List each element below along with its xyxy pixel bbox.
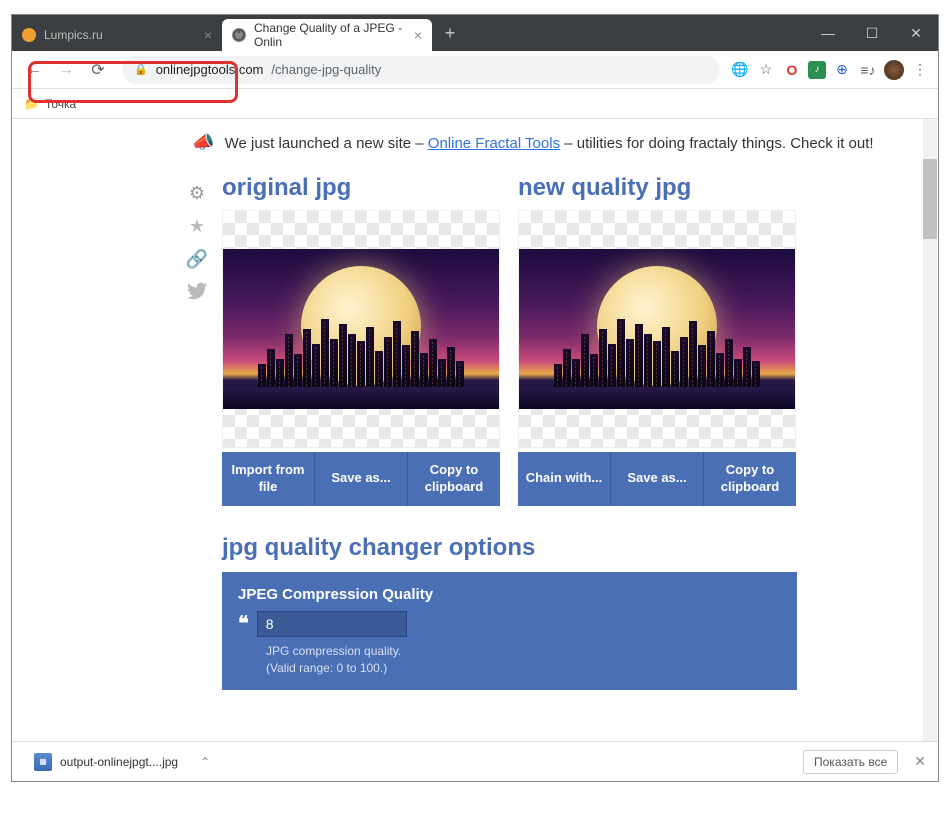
translate-icon[interactable]: 🌐 [730, 60, 750, 80]
download-filename: output-onlinejpgt....jpg [60, 755, 178, 769]
close-tab-icon[interactable]: × [414, 27, 422, 43]
original-canvas[interactable] [222, 210, 500, 448]
titlebar: Lumpics.ru × Change Quality of a JPEG - … [12, 15, 938, 51]
copy-clipboard-button[interactable]: Copy to clipboard [408, 452, 500, 506]
tab-onlinejpgtools[interactable]: Change Quality of a JPEG - Onlin × [222, 19, 432, 51]
quote-icon: ❝ [238, 611, 249, 636]
playlist-icon[interactable]: ≡♪ [858, 60, 878, 80]
save-as-button[interactable]: Save as... [315, 452, 408, 506]
address-bar: ← → ⟳ 🔒 onlinejpgtools.com/change-jpg-qu… [12, 51, 938, 89]
tab-title: Lumpics.ru [44, 28, 103, 42]
lock-icon: 🔒 [134, 63, 148, 76]
chevron-up-icon[interactable]: ⌃ [200, 755, 210, 769]
forward-button[interactable]: → [52, 56, 80, 84]
quality-input[interactable] [257, 611, 407, 637]
star-icon[interactable]: ☆ [756, 60, 776, 80]
close-dlbar-icon[interactable]: ✕ [914, 753, 926, 770]
avatar-icon[interactable] [884, 60, 904, 80]
close-window-button[interactable]: ✕ [894, 15, 938, 51]
gear-icon[interactable]: ⚙ [189, 183, 205, 204]
result-panel: new quality jpg Chain with... Save as... [518, 174, 796, 506]
tab-title: Change Quality of a JPEG - Onlin [254, 21, 406, 49]
download-item[interactable]: ▦ output-onlinejpgt....jpg ⌃ [24, 749, 220, 775]
bookmarks-bar: 📁 Точка [12, 89, 938, 119]
side-tools: ⚙ ★ 🔗 [182, 183, 212, 300]
maximize-button[interactable]: ☐ [850, 15, 894, 51]
copy-clipboard-button-2[interactable]: Copy to clipboard [704, 452, 796, 506]
new-tab-button[interactable]: + [436, 19, 464, 47]
original-panel: original jpg Import from file Save as... [222, 174, 500, 506]
reload-button[interactable]: ⟳ [84, 56, 112, 84]
url-input[interactable]: 🔒 onlinejpgtools.com/change-jpg-quality [122, 56, 720, 84]
announcement: 📣 We just launched a new site – Online F… [182, 119, 938, 174]
chain-button[interactable]: Chain with... [518, 452, 611, 506]
options-section: jpg quality changer options JPEG Compres… [222, 534, 938, 691]
show-all-downloads[interactable]: Показать все [803, 750, 898, 774]
help-line-2: (Valid range: 0 to 100.) [266, 660, 781, 677]
result-image [519, 249, 795, 409]
url-path: /change-jpg-quality [271, 62, 381, 77]
minimize-button[interactable]: — [806, 15, 850, 51]
result-title: new quality jpg [518, 174, 796, 202]
menu-icon[interactable]: ⋮ [910, 60, 930, 80]
favicon-lumpics [22, 28, 36, 42]
help-line-1: JPG compression quality. [266, 643, 781, 660]
opera-ext-icon[interactable]: O [782, 60, 802, 80]
original-title: original jpg [222, 174, 500, 202]
options-sub: JPEG Compression Quality [238, 586, 781, 603]
twitter-icon[interactable] [187, 282, 207, 300]
save-as-button-2[interactable]: Save as... [611, 452, 704, 506]
file-icon: ▦ [34, 753, 52, 771]
page-content: 📣 We just launched a new site – Online F… [12, 119, 938, 781]
ext-blue-icon[interactable]: ⊕ [832, 60, 852, 80]
close-tab-icon[interactable]: × [204, 27, 212, 43]
url-domain: onlinejpgtools.com [156, 62, 264, 77]
import-button[interactable]: Import from file [222, 452, 315, 506]
back-button[interactable]: ← [20, 56, 48, 84]
announce-pre: We just launched a new site – [225, 135, 428, 152]
link-tool-icon[interactable]: 🔗 [186, 249, 208, 270]
favicon-tool [232, 28, 246, 42]
download-bar: ▦ output-onlinejpgt....jpg ⌃ Показать вс… [12, 741, 938, 781]
tab-lumpics[interactable]: Lumpics.ru × [12, 19, 222, 51]
announce-post: – utilities for doing fractaly things. C… [560, 135, 873, 152]
announce-link[interactable]: Online Fractal Tools [428, 135, 560, 152]
original-image [223, 249, 499, 409]
ext-green-icon[interactable]: ♪ [808, 61, 826, 79]
bookmark-item[interactable]: Точка [45, 97, 76, 111]
result-canvas[interactable] [518, 210, 796, 448]
megaphone-icon: 📣 [192, 132, 214, 152]
options-heading: jpg quality changer options [222, 534, 938, 562]
scrollbar-thumb[interactable] [923, 159, 937, 239]
folder-icon: 📁 [24, 97, 39, 111]
star-tool-icon[interactable]: ★ [189, 216, 205, 237]
